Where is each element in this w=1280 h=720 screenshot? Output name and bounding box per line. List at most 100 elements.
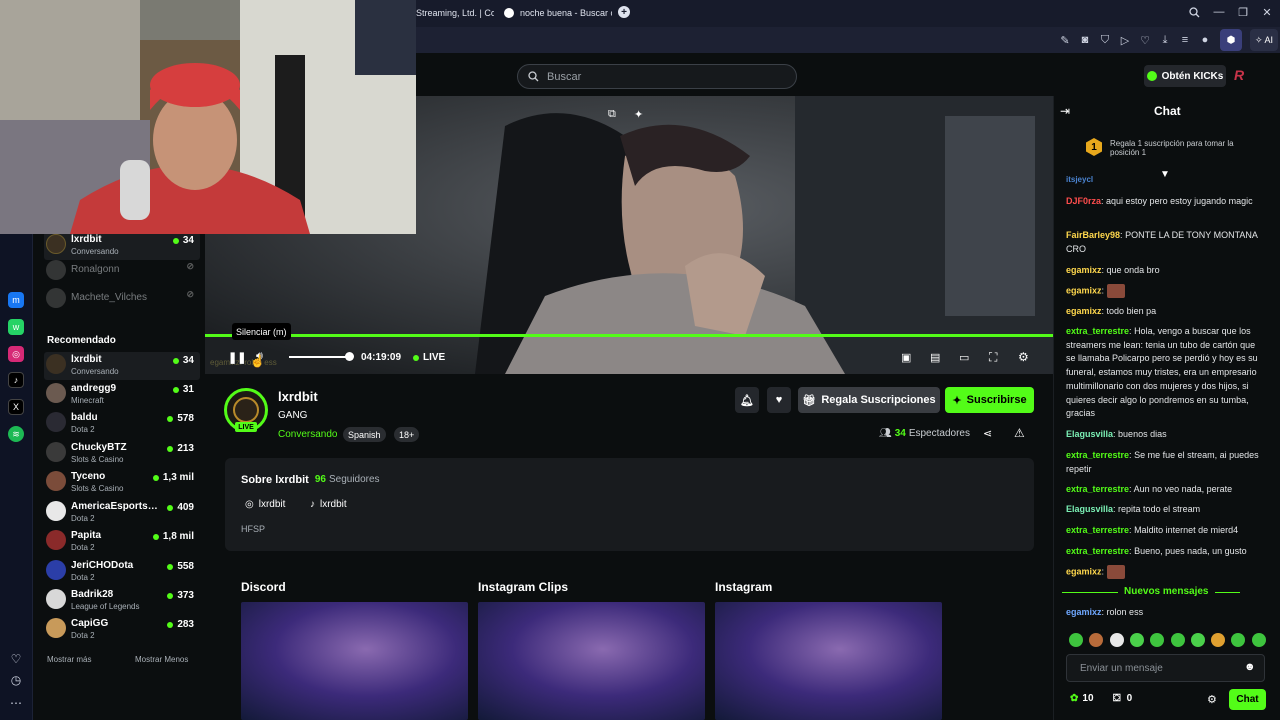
settings-icon[interactable]: ⚙ — [1018, 350, 1029, 364]
sidebar-item-papita[interactable]: Papita Dota 2 1,8 mil — [44, 528, 200, 556]
sidebar-item-following[interactable]: lxrdbit Conversando 34 — [44, 232, 200, 260]
pip-icon[interactable]: ⧉ — [608, 108, 622, 122]
account-icon[interactable]: ● — [1198, 33, 1212, 47]
volume-handle[interactable] — [345, 352, 354, 361]
chat-username[interactable]: extra_terrestre — [1066, 546, 1129, 556]
download-icon[interactable]: ⤓ — [1158, 33, 1172, 47]
panel-image-instagram[interactable] — [715, 602, 942, 720]
extension-icon[interactable]: ⬢ — [1220, 29, 1242, 51]
clip-icon[interactable]: ▤ — [930, 351, 940, 364]
chat-username[interactable]: extra_terrestre — [1066, 326, 1129, 336]
panel-image-instagram-clips[interactable] — [478, 602, 705, 720]
emoji-icon[interactable]: ☻ — [1244, 661, 1256, 673]
chat-username[interactable]: FairBarley98 — [1066, 230, 1120, 240]
menu-icon[interactable]: ≡ — [1178, 33, 1192, 47]
ai-button[interactable]: ✧ AI — [1250, 29, 1278, 51]
sidebar-item-tyceno[interactable]: Tyceno Slots & Casino 1,3 mil — [44, 469, 200, 497]
restore-button[interactable]: ❐ — [1235, 4, 1251, 20]
shield-icon[interactable]: ⛉ — [1098, 33, 1112, 47]
fullscreen-icon[interactable]: ⛶ — [989, 350, 997, 365]
theater-icon[interactable]: ▭ — [959, 351, 969, 364]
sidebar-item-offline[interactable]: Machete_Vilches ⊘ — [44, 286, 200, 314]
instagram-link[interactable]: ◎ lxrdbit — [245, 499, 285, 510]
panel-image-discord[interactable] — [241, 602, 468, 720]
report-icon[interactable]: ⚠ — [1014, 426, 1025, 440]
viewer-count: 283 — [167, 619, 194, 630]
messenger-icon[interactable]: m — [8, 292, 24, 308]
spotify-icon[interactable]: ≋ — [8, 426, 24, 442]
pause-icon[interactable]: ❚❚ — [228, 351, 246, 364]
search-tabs-icon[interactable] — [1186, 4, 1202, 20]
sidebar-item-americaesportsd[interactable]: AmericaEsportsD... Dota 2 409 — [44, 499, 200, 527]
close-window-button[interactable]: ✕ — [1259, 4, 1275, 20]
emote-icon[interactable] — [1211, 633, 1226, 647]
play-icon[interactable]: ▷ — [1118, 33, 1132, 47]
show-more-link[interactable]: Mostrar más — [47, 655, 91, 664]
tag-chip[interactable]: 18+ — [394, 427, 420, 442]
sidebar-item-lxrdbit[interactable]: lxrdbit Conversando 34 — [44, 352, 200, 380]
history-icon[interactable]: ◷ — [8, 672, 24, 688]
sidebar-item-offline[interactable]: Ronalgonn ⊘ — [44, 258, 200, 286]
chat-username[interactable]: Elagusvilla — [1066, 504, 1113, 514]
more-icon[interactable]: ⋯ — [8, 695, 24, 711]
emote-icon[interactable] — [1109, 633, 1124, 647]
emote-icon[interactable] — [1251, 633, 1266, 647]
points-counter[interactable]: ✿ 10 — [1070, 693, 1094, 704]
sidebar-item-jerichodota[interactable]: JeriCHODota Dota 2 558 — [44, 558, 200, 586]
emote-icon[interactable] — [1129, 633, 1144, 647]
gift-subs-button[interactable]: 🎁︎ Regala Suscripciones — [798, 387, 940, 413]
get-kicks-button[interactable]: Obtén KICKs — [1144, 65, 1226, 87]
chevron-down-icon[interactable]: ▼ — [1160, 169, 1170, 180]
chat-username[interactable]: Elagusvilla — [1066, 429, 1113, 439]
chat-input[interactable]: Enviar un mensaje — [1066, 654, 1265, 682]
sparkle-icon[interactable]: ✦ — [634, 108, 648, 122]
miniplayer-icon[interactable]: ▣ — [901, 351, 911, 364]
sidebar-item-capigg[interactable]: CapiGG Dota 2 283 — [44, 616, 200, 644]
edit-icon[interactable]: ✎ — [1058, 33, 1072, 47]
chat-username[interactable]: DJF0rza — [1066, 196, 1101, 206]
chat-username[interactable]: extra_terrestre — [1066, 525, 1129, 535]
camera-icon[interactable]: ◙ — [1078, 33, 1092, 47]
channel-name[interactable]: lxrdbit — [278, 389, 318, 404]
new-tab-button[interactable]: + — [618, 6, 630, 18]
chat-settings-icon[interactable]: ⚙ — [1207, 693, 1217, 706]
sidebar-item-andregg9[interactable]: andregg9 Minecraft 31 — [44, 381, 200, 409]
browser-tab-active[interactable]: noche buena - Buscar con — [504, 3, 612, 23]
chat-username[interactable]: egamixz — [1066, 607, 1102, 617]
emote-icon[interactable] — [1170, 633, 1185, 647]
progress-bar[interactable] — [205, 334, 1053, 337]
tiktok-link[interactable]: ♪ lxrdbit — [310, 499, 347, 510]
stream-category[interactable]: Conversando — [278, 429, 337, 440]
sidebar-item-chuckybtz[interactable]: ChuckyBTZ Slots & Casino 213 — [44, 440, 200, 468]
chat-username[interactable]: egamixz — [1066, 265, 1102, 275]
volume-slider[interactable] — [289, 356, 353, 358]
tiktok-icon[interactable]: ♪ — [8, 372, 24, 388]
gift-counter[interactable]: ⛋ 0 — [1113, 693, 1132, 704]
emote-icon[interactable] — [1069, 633, 1083, 647]
minimize-button[interactable]: — — [1211, 4, 1227, 20]
sidebar-item-baldu[interactable]: baldu Dota 2 578 — [44, 410, 200, 438]
sidebar-item-badrik28[interactable]: Badrik28 League of Legends 373 — [44, 587, 200, 615]
instagram-icon[interactable]: ◎ — [8, 346, 24, 362]
browser-tab[interactable]: Streaming, Ltd. | Cont — [416, 3, 494, 23]
user-avatar[interactable]: R — [1234, 67, 1252, 85]
share-icon[interactable]: ⋖ — [983, 427, 992, 440]
subscribe-button[interactable]: ✦ Suscribirse — [945, 387, 1034, 413]
emote-icon[interactable] — [1190, 633, 1205, 647]
search-input[interactable]: Buscar — [517, 64, 797, 89]
notification-bell-button[interactable]: 🔔︎ — [735, 387, 759, 413]
chat-username[interactable]: egamixz — [1066, 306, 1102, 316]
whatsapp-icon[interactable]: w — [8, 319, 24, 335]
chat-username[interactable]: egamixz — [1066, 566, 1102, 576]
collapse-chat-icon[interactable]: ⇥ — [1060, 104, 1070, 118]
chat-username[interactable]: egamixz — [1066, 285, 1102, 295]
tag-chip[interactable]: Spanish — [343, 427, 386, 442]
chat-username[interactable]: extra_terrestre — [1066, 484, 1129, 494]
heart-icon[interactable]: ♡ — [8, 651, 24, 667]
chat-username[interactable]: extra_terrestre — [1066, 450, 1129, 460]
x-icon[interactable]: X — [8, 399, 24, 415]
show-less-link[interactable]: Mostrar Menos — [135, 655, 188, 664]
send-chat-button[interactable]: Chat — [1229, 689, 1266, 710]
follow-button[interactable]: ♥ — [767, 387, 791, 413]
heart-icon[interactable]: ♡ — [1138, 33, 1152, 47]
